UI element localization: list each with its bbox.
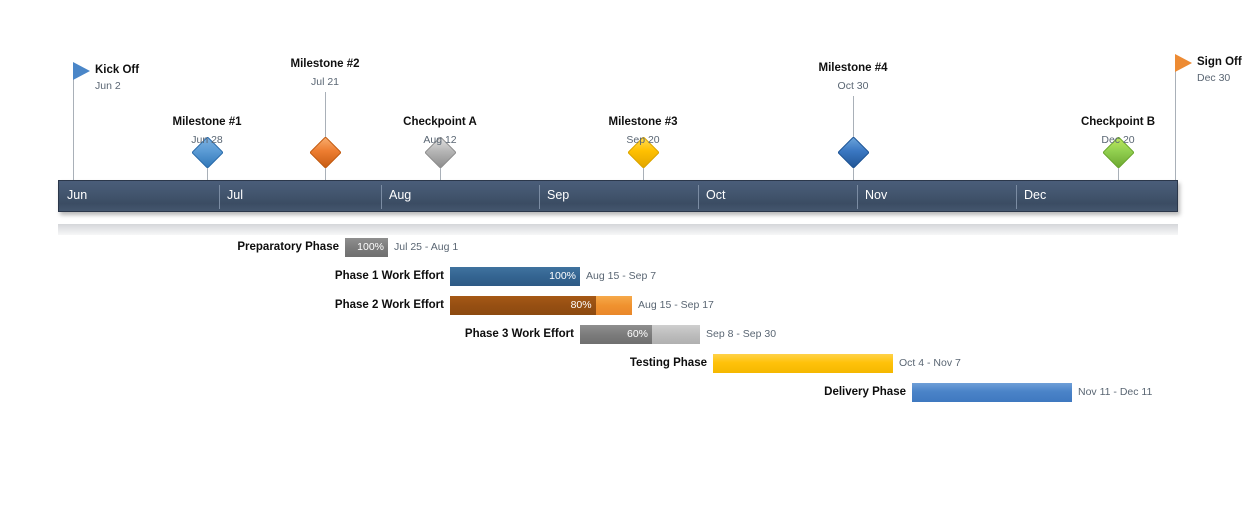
task-label-delivery-phase: Delivery Phase [824,386,906,398]
month-tick [857,185,858,209]
task-bar-delivery-phase[interactable] [912,383,1072,402]
task-date-range-phase-3-work-effort: Sep 8 - Sep 30 [706,328,777,340]
gantt-row: Preparatory Phase 100% Jul 25 - Aug 1 [237,238,458,257]
month-tick [1016,185,1017,209]
milestone-diamond-milestone-2[interactable] [309,136,342,169]
milestone-date-checkpoint-b: Dec 20 [1101,134,1135,146]
month-tick [219,185,220,209]
task-progress-label-preparatory-phase: 100% [357,241,384,253]
milestone-label-kick-off: Kick Off [95,64,140,76]
milestone-stem-kick-off [73,78,74,180]
milestone-flag-kick-off[interactable] [73,62,90,80]
month-label-oct: Oct [706,188,726,202]
month-label-dec: Dec [1024,188,1047,202]
task-bar-testing-phase[interactable] [713,354,893,373]
task-label-phase-1-work-effort: Phase 1 Work Effort [334,270,444,282]
task-bar-progress-testing-phase [713,354,893,373]
milestone-date-kick-off: Jun 2 [95,80,121,92]
milestone-label-milestone-1: Milestone #1 [172,116,242,128]
task-bar-phase-3-work-effort[interactable]: 60% [580,325,700,344]
task-bar-preparatory-phase[interactable]: 100% [345,238,388,257]
milestone-flag-sign-off[interactable] [1175,54,1192,72]
month-tick [381,185,382,209]
milestone-date-milestone-1: Jun 28 [191,134,223,146]
timeline-axis-band: Jun Jul Aug Sep Oct Nov Dec [58,180,1178,212]
milestone-date-milestone-3: Sep 20 [626,134,660,146]
task-date-range-preparatory-phase: Jul 25 - Aug 1 [394,241,459,253]
task-progress-label-phase-3-work-effort: 60% [626,328,648,340]
gantt-row: Phase 1 Work Effort 100% Aug 15 - Sep 7 [335,267,656,286]
task-date-range-phase-2-work-effort: Aug 15 - Sep 17 [638,299,714,311]
task-label-phase-3-work-effort: Phase 3 Work Effort [464,328,574,340]
month-label-nov: Nov [865,188,888,202]
timeline-gantt-chart: Kick Off Jun 2 Milestone #1 Jun 28 Milestone… [0,0,1252,519]
gantt-row: Testing Phase Oct 4 - Nov 7 [630,354,961,373]
task-label-preparatory-phase: Preparatory Phase [237,241,339,253]
milestone-label-milestone-3: Milestone #3 [608,116,678,128]
task-progress-label-phase-1-work-effort: 100% [549,270,576,282]
milestone-date-milestone-4: Oct 30 [837,80,869,92]
month-tick [539,185,540,209]
task-bar-phase-1-work-effort[interactable]: 100% [450,267,580,286]
milestone-stem-sign-off [1175,70,1176,180]
milestone-label-sign-off: Sign Off [1197,56,1242,68]
gantt-row: Delivery Phase Nov 11 - Dec 11 [824,383,1152,402]
milestone-date-checkpoint-a: Aug 12 [423,134,457,146]
month-label-jul: Jul [227,188,243,202]
month-tick [698,185,699,209]
task-date-range-testing-phase: Oct 4 - Nov 7 [899,357,961,369]
milestone-label-checkpoint-b: Checkpoint B [1080,116,1156,128]
milestone-label-milestone-4: Milestone #4 [818,62,888,74]
task-date-range-phase-1-work-effort: Aug 15 - Sep 7 [586,270,657,282]
task-bar-phase-2-work-effort[interactable]: 80% [450,296,632,315]
month-label-sep: Sep [547,188,570,202]
task-label-phase-2-work-effort: Phase 2 Work Effort [334,299,444,311]
gantt-row: Phase 2 Work Effort 80% Aug 15 - Sep 17 [335,296,714,315]
milestone-date-milestone-2: Jul 21 [310,76,340,88]
task-label-testing-phase: Testing Phase [629,357,707,369]
task-bar-progress-delivery-phase [912,383,1072,402]
milestone-label-milestone-2: Milestone #2 [290,58,360,70]
milestone-date-sign-off: Dec 30 [1197,72,1231,84]
milestone-label-checkpoint-a: Checkpoint A [403,116,477,128]
task-date-range-delivery-phase: Nov 11 - Dec 11 [1078,386,1153,398]
month-label-jun: Jun [67,188,88,202]
month-label-aug: Aug [389,188,412,202]
milestone-diamond-milestone-4[interactable] [837,136,870,169]
axis-under-band [58,224,1178,235]
gantt-row: Phase 3 Work Effort 60% Sep 8 - Sep 30 [465,325,776,344]
task-progress-label-phase-2-work-effort: 80% [570,299,592,311]
